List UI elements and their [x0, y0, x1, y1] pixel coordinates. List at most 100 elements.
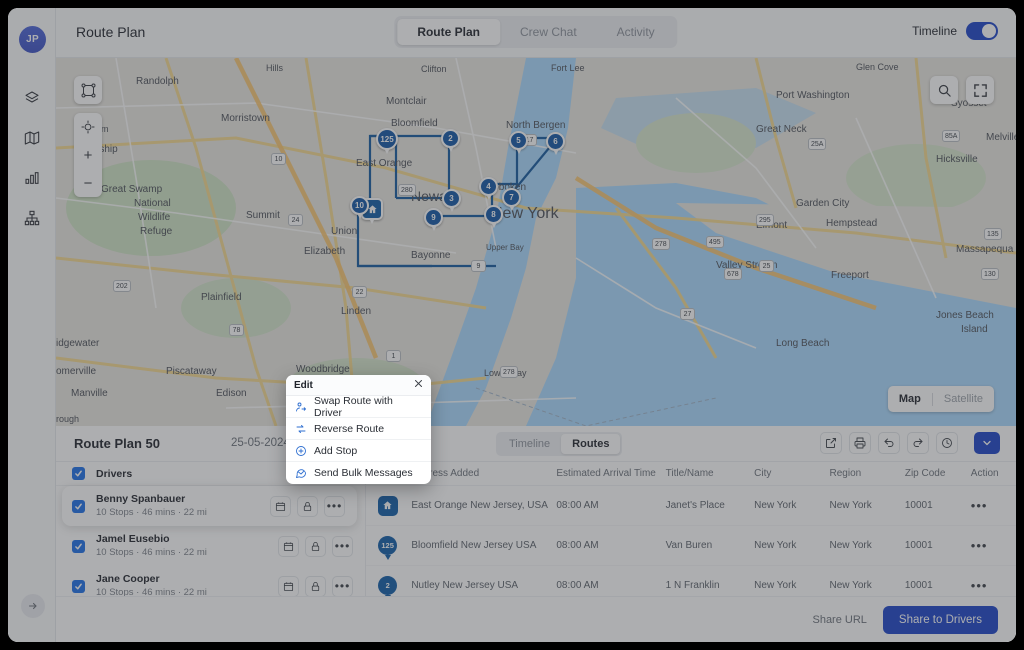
- more-options-icon[interactable]: •••: [332, 575, 353, 597]
- expand-sidebar-button[interactable]: [21, 594, 45, 618]
- map-marker-3[interactable]: 3: [442, 189, 461, 212]
- map-canvas[interactable]: Randolph Hills Clifton Fort Lee Glen Cove Mon…: [56, 58, 1016, 426]
- tab-crew-chat[interactable]: Crew Chat: [500, 19, 597, 45]
- drivers-select-all-checkbox[interactable]: [72, 467, 85, 480]
- redo-icon[interactable]: [907, 432, 929, 454]
- sidebar-item-hierarchy[interactable]: [8, 198, 56, 238]
- map-marker-6[interactable]: 6: [546, 132, 565, 155]
- select-area-icon[interactable]: [74, 76, 102, 104]
- map-label: idgewater: [56, 338, 100, 349]
- menu-item-label: Add Stop: [314, 444, 358, 457]
- lock-icon[interactable]: [305, 575, 326, 597]
- stop-action-menu[interactable]: •••: [971, 538, 1016, 553]
- more-options-icon[interactable]: •••: [332, 535, 353, 557]
- map-label: Jones Beach: [936, 310, 994, 321]
- map-label: Elizabeth: [304, 246, 346, 257]
- map-type-map[interactable]: Map: [888, 393, 932, 405]
- close-icon[interactable]: [414, 379, 423, 391]
- map-marker-8[interactable]: 8: [484, 205, 503, 228]
- driver-row[interactable]: Jamel Eusebio 10 Stops · 46 mins · 22 mi •…: [56, 526, 365, 566]
- map-marker-2[interactable]: 2: [441, 129, 460, 152]
- calendar-icon[interactable]: [278, 535, 299, 557]
- stop-title: Janet's Place: [665, 500, 725, 511]
- menu-item-add-stop[interactable]: Add Stop: [286, 440, 431, 462]
- stop-region: New York: [829, 500, 872, 511]
- map-label: Upper Bay: [486, 243, 524, 252]
- stop-zip: 10001: [904, 580, 933, 591]
- driver-checkbox[interactable]: [72, 579, 85, 593]
- table-row[interactable]: East Orange New Jersey, USA 08:00 AM Janet…: [366, 486, 1016, 526]
- map-type-satellite[interactable]: Satellite: [933, 393, 994, 405]
- tab-route-plan[interactable]: Route Plan: [397, 19, 500, 45]
- driver-meta: 10 Stops · 46 mins · 22 mi: [96, 547, 207, 558]
- map-marker-5[interactable]: 5: [509, 131, 528, 154]
- tab-activity[interactable]: Activity: [597, 19, 675, 45]
- driver-checkbox[interactable]: [72, 539, 85, 553]
- export-icon[interactable]: [820, 432, 842, 454]
- sidebar-item-map[interactable]: [8, 118, 56, 158]
- stop-marker: 2: [378, 576, 398, 600]
- segment-routes[interactable]: Routes: [561, 434, 621, 454]
- driver-name: Jamel Eusebio: [96, 533, 170, 545]
- route-plan-title: Route Plan 50: [74, 436, 160, 451]
- driver-name: Jane Cooper: [96, 573, 160, 585]
- stop-action-menu[interactable]: •••: [971, 578, 1016, 593]
- driver-checkbox[interactable]: [72, 499, 85, 513]
- map-marker-125[interactable]: 125: [376, 128, 398, 154]
- edit-menu-title: Edit: [294, 379, 313, 391]
- avatar[interactable]: JP: [19, 26, 46, 53]
- undo-icon[interactable]: [878, 432, 900, 454]
- sidebar-item-layers[interactable]: [8, 78, 56, 118]
- driver-actions: •••: [270, 495, 345, 517]
- calendar-icon[interactable]: [278, 575, 299, 597]
- col-title: Title/Name: [665, 468, 714, 479]
- share-to-drivers-button[interactable]: Share to Drivers: [882, 605, 998, 634]
- panel-tool-buttons: [820, 432, 958, 454]
- panel-footer: Share URL Share to Drivers: [56, 596, 1016, 642]
- driver-name: Benny Spanbauer: [96, 493, 186, 505]
- road-shield: 22: [352, 286, 367, 298]
- menu-item-swap-route[interactable]: Swap Route with Driver: [286, 395, 431, 419]
- road-shield: 135: [984, 228, 1002, 240]
- road-shield: 278: [652, 238, 670, 250]
- drivers-list: Benny Spanbauer 10 Stops · 46 mins · 22 m…: [56, 486, 365, 606]
- stop-address: East Orange New Jersey, USA: [411, 500, 548, 511]
- print-icon[interactable]: [849, 432, 871, 454]
- stop-city: New York: [754, 580, 797, 591]
- timeline-switch[interactable]: [966, 22, 998, 40]
- stops-list: East Orange New Jersey, USA 08:00 AM Janet…: [366, 486, 1016, 606]
- more-options-icon[interactable]: •••: [324, 495, 345, 517]
- map-label: Glen Cove: [856, 62, 899, 72]
- map-label: Morristown: [221, 113, 270, 124]
- map-marker-7[interactable]: 7: [502, 188, 521, 211]
- sidebar-item-analytics[interactable]: [8, 158, 56, 198]
- share-url-link[interactable]: Share URL: [812, 614, 866, 626]
- road-shield: 25: [759, 260, 774, 272]
- zoom-out-button[interactable]: −: [74, 169, 102, 197]
- driver-row[interactable]: Benny Spanbauer 10 Stops · 46 mins · 22 m…: [62, 486, 357, 526]
- stop-marker: 125: [378, 536, 398, 560]
- map-marker-9[interactable]: 9: [424, 208, 443, 231]
- search-icon[interactable]: [930, 76, 958, 104]
- collapse-panel-button[interactable]: [974, 432, 1000, 454]
- road-shield: 295: [756, 214, 774, 226]
- rail-icon-list: [8, 78, 56, 238]
- lock-icon[interactable]: [305, 535, 326, 557]
- map-marker-10[interactable]: 10: [350, 196, 369, 219]
- calendar-icon[interactable]: [270, 495, 291, 517]
- stop-zip: 10001: [904, 540, 933, 551]
- map-marker-4[interactable]: 4: [479, 177, 498, 200]
- menu-item-reverse-route[interactable]: Reverse Route: [286, 418, 431, 440]
- lock-icon[interactable]: [297, 495, 318, 517]
- table-row[interactable]: 125 Bloomfield New Jersey USA 08:00 AM Van …: [366, 526, 1016, 566]
- stop-action-menu[interactable]: •••: [971, 498, 1016, 513]
- menu-item-send-bulk-messages[interactable]: Send Bulk Messages: [286, 462, 431, 484]
- history-icon[interactable]: [936, 432, 958, 454]
- segment-timeline[interactable]: Timeline: [498, 434, 561, 454]
- col-zip: Zip Code: [904, 468, 946, 479]
- map-label: Long Beach: [776, 338, 830, 349]
- fullscreen-icon[interactable]: [966, 76, 994, 104]
- zoom-in-button[interactable]: +: [74, 141, 102, 169]
- locate-icon[interactable]: [74, 113, 102, 141]
- driver-info: Benny Spanbauer 10 Stops · 46 mins · 22 m…: [96, 492, 207, 520]
